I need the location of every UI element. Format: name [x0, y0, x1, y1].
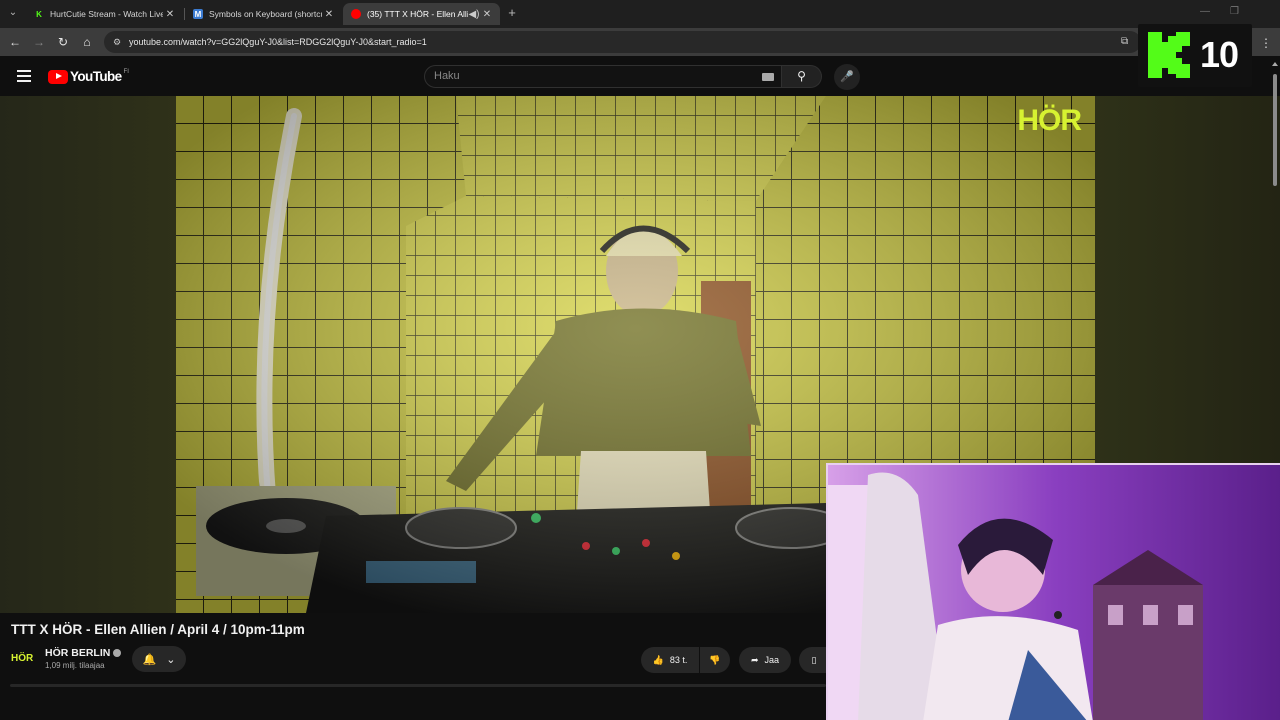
youtube-header: YouTube FI ⚲ 🎤: [0, 56, 1280, 96]
home-icon[interactable]: ⌂: [79, 34, 95, 50]
divider: [10, 684, 826, 687]
close-icon[interactable]: ✕: [322, 9, 336, 20]
search-input[interactable]: [434, 70, 754, 82]
youtube-logo[interactable]: YouTube FI: [48, 69, 129, 84]
subscriber-count: 1,09 milj. tilaajaa: [45, 661, 105, 670]
url-text[interactable]: youtube.com/watch?v=GG2lQguY-J0&list=RDG…: [129, 37, 427, 47]
menu-icon[interactable]: [17, 70, 31, 82]
mic-icon: 🎤: [840, 71, 854, 83]
search-box[interactable]: [424, 65, 782, 88]
browser-menu-icon[interactable]: ⋮: [1260, 36, 1272, 50]
save-button[interactable]: ▯: [799, 647, 829, 673]
browser-tab-kick[interactable]: K HurtCutie Stream - Watch Live o ✕: [26, 3, 183, 25]
bookmark-icon: ▯: [811, 654, 817, 665]
share-button[interactable]: ➦ Jaa: [739, 647, 791, 673]
video-title: TTT X HÖR - Ellen Allien / April 4 / 10p…: [11, 622, 305, 637]
scrollbar-thumb[interactable]: [1273, 74, 1277, 186]
youtube-wordmark: YouTube: [70, 69, 122, 84]
thumbs-down-icon: 👎: [709, 654, 721, 665]
search-icon: ⚲: [797, 69, 806, 83]
search-button[interactable]: ⚲: [782, 65, 822, 88]
close-icon[interactable]: ✕: [163, 9, 177, 20]
restore-icon[interactable]: ❐: [1230, 6, 1239, 17]
kick-icon: K: [36, 9, 42, 19]
browser-tab-symbols[interactable]: M Symbols on Keyboard (shortcut ✕: [185, 3, 342, 25]
tab-title: (35) TTT X HÖR - Ellen Allie: [367, 9, 468, 19]
browser-tab-bar: ⌄ K HurtCutie Stream - Watch Live o ✕ M …: [0, 0, 1280, 28]
ambient-left: [0, 96, 176, 613]
share-icon: ➦: [750, 654, 759, 665]
youtube-icon: [351, 9, 361, 19]
subscription-bell-button[interactable]: 🔔 ⌄: [132, 646, 186, 672]
m-icon: M: [193, 9, 203, 19]
like-button[interactable]: 👍 83 t.: [641, 647, 699, 673]
chevron-down-icon: ⌄: [166, 653, 176, 666]
share-label: Jaa: [764, 655, 780, 665]
tab-search-icon[interactable]: ⌄: [6, 6, 20, 20]
kick-logo-icon: [1148, 32, 1190, 78]
forward-icon[interactable]: →: [31, 34, 47, 50]
new-tab-icon[interactable]: +: [505, 5, 519, 21]
webcam-overlay: [826, 463, 1280, 720]
channel-avatar[interactable]: HÖR: [11, 650, 37, 668]
youtube-play-icon: [48, 69, 68, 84]
hor-watermark: HÖR: [1017, 104, 1082, 137]
browser-tab-youtube[interactable]: (35) TTT X HÖR - Ellen Allie ◀) ✕: [343, 3, 500, 25]
channel-name-row[interactable]: HÖR BERLIN: [45, 647, 122, 659]
region-code: FI: [123, 69, 129, 75]
dislike-button[interactable]: 👎: [700, 647, 730, 673]
browser-toolbar: ← → ↻ ⌂ ⚙ youtube.com/watch?v=GG2lQguY-J…: [0, 28, 1280, 56]
overlay-counter: 10: [1200, 34, 1239, 75]
channel-name[interactable]: HÖR BERLIN: [45, 647, 110, 659]
minimize-icon[interactable]: —: [1200, 6, 1210, 17]
back-icon[interactable]: ←: [7, 34, 23, 50]
scroll-up-icon[interactable]: [1272, 62, 1278, 66]
kick-overlay-badge: 10: [1138, 24, 1252, 87]
close-icon[interactable]: ✕: [480, 9, 494, 20]
thumbs-up-icon: 👍: [652, 654, 664, 665]
site-settings-icon[interactable]: ⚙: [113, 37, 123, 47]
voice-search-button[interactable]: 🎤: [834, 64, 860, 90]
tab-title: Symbols on Keyboard (shortcut: [209, 9, 322, 19]
speaker-icon[interactable]: ◀): [468, 9, 480, 20]
address-bar[interactable]: ⚙ youtube.com/watch?v=GG2lQguY-J0&list=R…: [104, 31, 1141, 53]
tab-title: HurtCutie Stream - Watch Live o: [50, 9, 163, 19]
bell-icon: 🔔: [142, 653, 157, 666]
webcam-feed: [828, 465, 1280, 720]
like-count: 83 t.: [669, 655, 688, 665]
keyboard-icon[interactable]: [762, 73, 774, 81]
verified-icon: [113, 649, 122, 658]
install-app-icon[interactable]: ⧉: [1121, 36, 1133, 48]
reload-icon[interactable]: ↻: [55, 34, 71, 50]
